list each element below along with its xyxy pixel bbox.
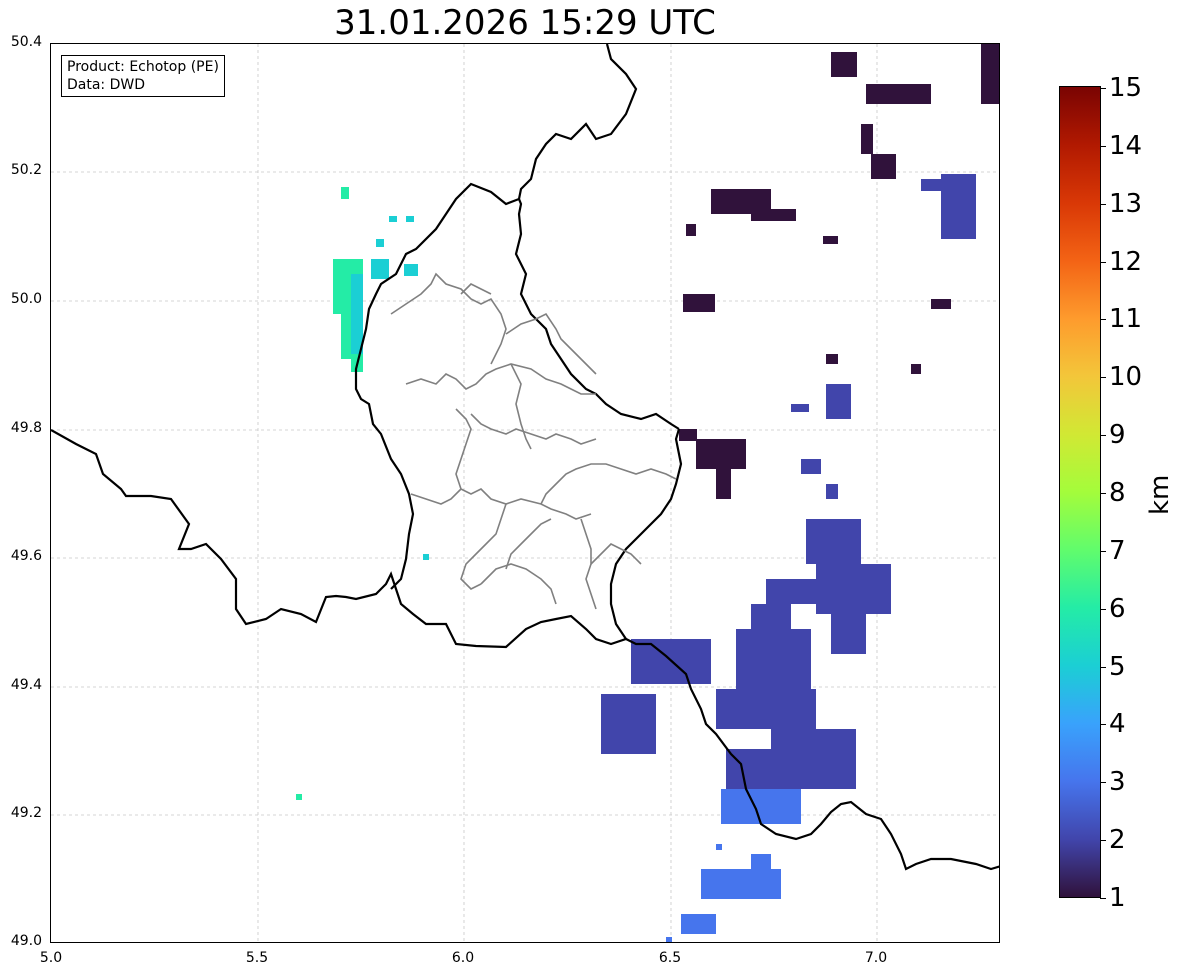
colorbar-tick <box>1100 840 1106 842</box>
colorbar-tick <box>1100 377 1106 379</box>
map-title: 31.01.2026 15:29 UTC <box>334 3 716 43</box>
radar-map[interactable] <box>51 44 1000 943</box>
national-borders <box>51 44 999 871</box>
y-tick-label: 49.8 <box>10 420 42 436</box>
x-tick-label: 5.5 <box>245 950 269 966</box>
colorbar-tick-label: 5 <box>1109 651 1126 682</box>
y-tick-label: 49.2 <box>10 805 42 821</box>
colorbar-tick-label: 2 <box>1109 825 1126 856</box>
product-label: Product: Echotop (PE) <box>67 59 219 75</box>
colorbar-tick <box>1100 666 1106 668</box>
colorbar-tick <box>1100 145 1106 147</box>
colorbar-tick <box>1100 435 1106 437</box>
colorbar-tick <box>1100 203 1106 205</box>
colorbar-tick-label: 13 <box>1109 188 1143 219</box>
colorbar-tick-label: 15 <box>1109 73 1143 103</box>
y-tick-label: 50.0 <box>10 291 42 307</box>
product-info-box: Product: Echotop (PE) Data: DWD <box>61 55 225 97</box>
colorbar-tick-label: 14 <box>1109 130 1143 161</box>
colorbar-unit-label: km <box>1145 474 1175 515</box>
x-tick-label: 7.0 <box>864 950 888 966</box>
colorbar-tick-label: 12 <box>1109 246 1143 277</box>
colorbar-tick <box>1100 493 1106 494</box>
x-tick-label: 5.0 <box>39 950 63 966</box>
colorbar <box>1059 86 1101 898</box>
y-tick-label: 49.6 <box>10 548 42 564</box>
colorbar-tick-label: 9 <box>1109 420 1126 451</box>
y-tick-label: 50.2 <box>10 162 42 178</box>
echo-cluster-east <box>601 174 976 804</box>
colorbar-tick <box>1100 782 1106 784</box>
admin-boundaries <box>390 272 677 610</box>
colorbar-tick <box>1100 608 1106 610</box>
colorbar-tick <box>1100 319 1106 321</box>
colorbar-tick-label: 8 <box>1109 478 1126 508</box>
colorbar-tick <box>1100 898 1106 899</box>
radar-echoes <box>296 44 999 942</box>
x-tick-label: 6.5 <box>658 950 682 966</box>
colorbar-tick-label: 7 <box>1109 535 1126 566</box>
map-panel[interactable] <box>50 43 1000 943</box>
colorbar-tick-label: 10 <box>1109 362 1143 393</box>
colorbar-tick <box>1100 724 1106 726</box>
y-tick-label: 49.0 <box>10 933 42 949</box>
colorbar-tick-label: 3 <box>1109 767 1126 798</box>
colorbar-tick <box>1100 88 1106 89</box>
colorbar-tick <box>1100 550 1106 552</box>
x-tick-label: 6.0 <box>451 950 475 966</box>
y-tick-label: 49.4 <box>10 677 42 693</box>
data-source-label: Data: DWD <box>67 77 145 93</box>
echo-cluster-southeast <box>666 789 801 942</box>
colorbar-tick <box>1100 261 1106 263</box>
colorbar-tick-label: 6 <box>1109 593 1126 624</box>
colorbar-tick-label: 11 <box>1109 304 1143 335</box>
echo-cluster-north <box>679 44 999 499</box>
y-tick-label: 50.4 <box>10 34 42 50</box>
colorbar-tick-label: 1 <box>1109 883 1126 913</box>
colorbar-tick-label: 4 <box>1109 709 1126 740</box>
